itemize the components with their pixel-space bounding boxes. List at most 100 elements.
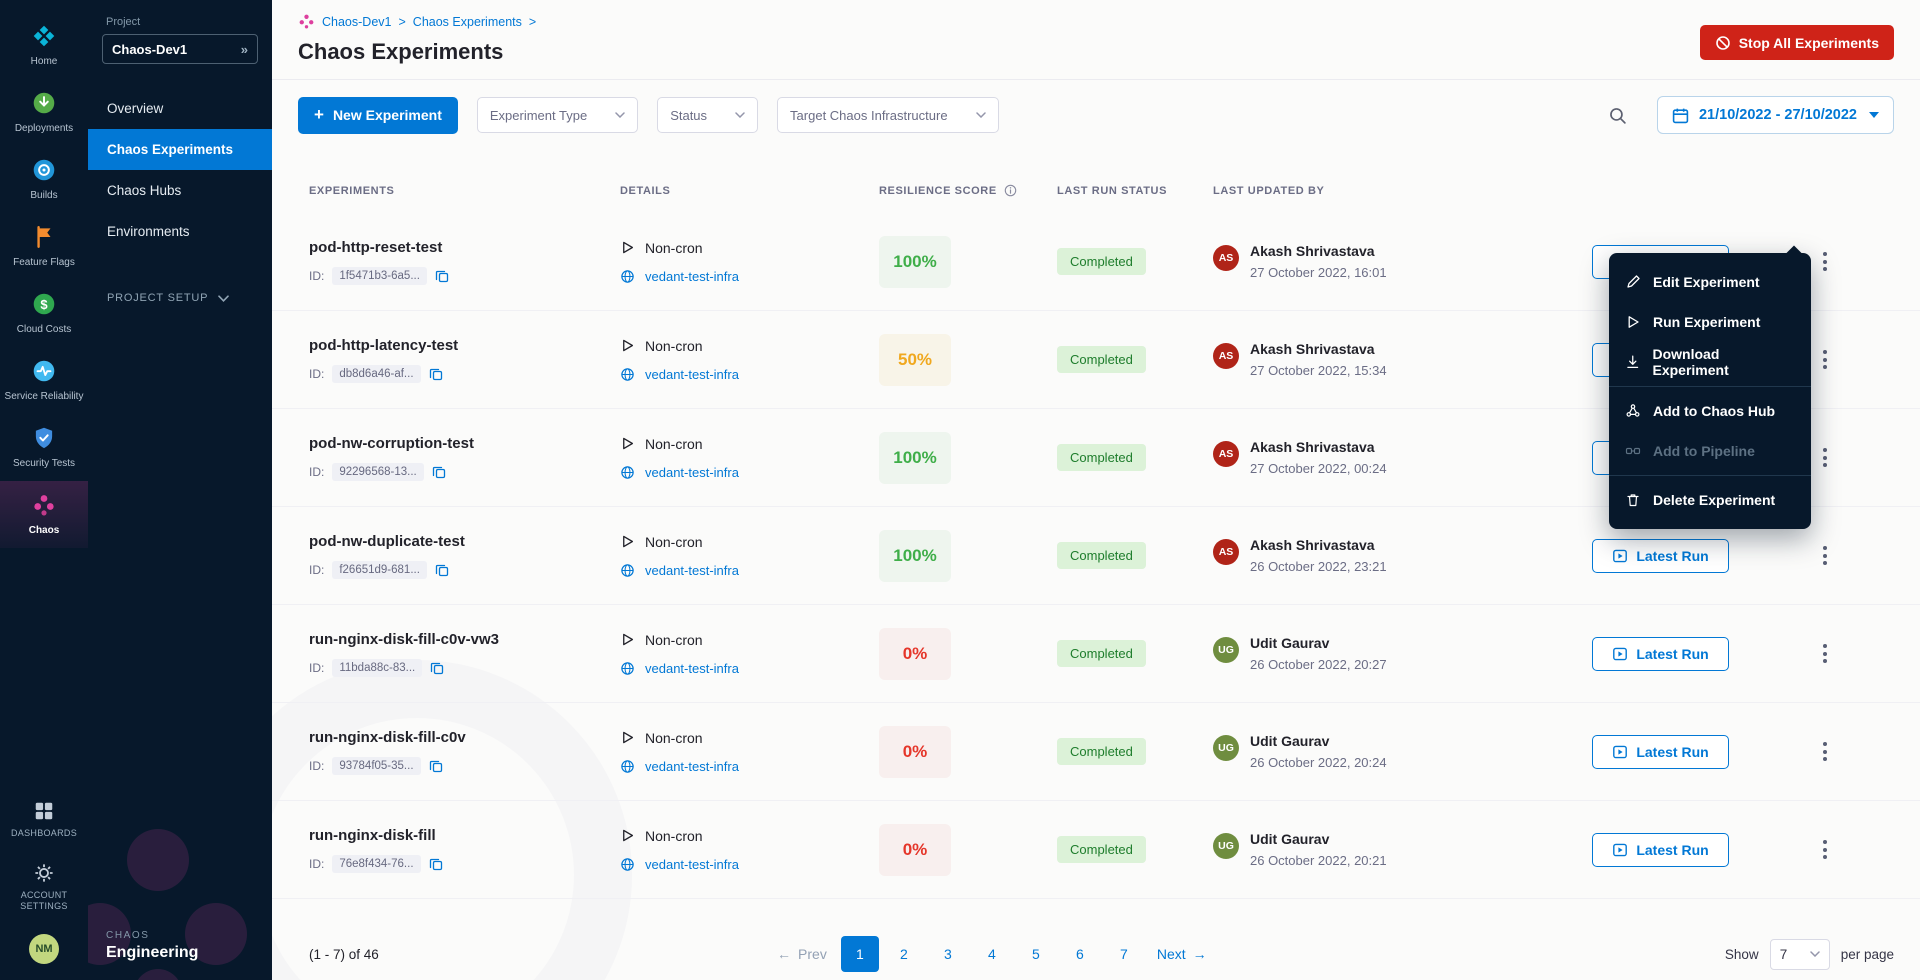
infrastructure-link[interactable]: vedant-test-infra	[645, 759, 739, 774]
experiment-name-link[interactable]: run-nginx-disk-fill-c0v	[309, 729, 620, 746]
sidebar-item-chaos[interactable]: Chaos	[0, 481, 88, 548]
copy-id-button[interactable]	[432, 465, 446, 479]
resilience-score: 0%	[879, 824, 951, 876]
latest-run-button[interactable]: Latest Run	[1592, 539, 1729, 573]
status-filter[interactable]: Status	[657, 97, 758, 133]
next-page-button[interactable]: Next →	[1149, 946, 1215, 962]
sidebar-item-home[interactable]: Home	[0, 12, 88, 79]
menu-item-add-to-chaos-hub[interactable]: Add to Chaos Hub	[1609, 391, 1811, 431]
page-button-6[interactable]: 6	[1061, 936, 1099, 972]
infrastructure-link[interactable]: vedant-test-infra	[645, 563, 739, 578]
row-menu-button[interactable]	[1815, 342, 1835, 377]
menu-item-edit-experiment[interactable]: Edit Experiment	[1609, 262, 1811, 302]
details-cell: Non-cron vedant-test-infra	[620, 632, 879, 676]
experiment-name-link[interactable]: pod-nw-duplicate-test	[309, 533, 620, 550]
user-avatar[interactable]: NM	[29, 934, 59, 964]
menu-item-add-to-pipeline[interactable]: Add to Pipeline	[1609, 431, 1811, 471]
sidebar-item-security-tests[interactable]: Security Tests	[0, 414, 88, 481]
sidebar-item-chaos-experiments[interactable]: Chaos Experiments	[88, 129, 272, 170]
experiment-cell: pod-http-latency-test ID: db8d6a46-af...	[309, 337, 620, 383]
experiment-name-link[interactable]: run-nginx-disk-fill-c0v-vw3	[309, 631, 620, 648]
security-tests-icon	[31, 425, 57, 451]
id-label: ID:	[309, 857, 324, 871]
page-button-7[interactable]: 7	[1105, 936, 1143, 972]
globe-icon	[620, 367, 635, 382]
chaos-icon	[31, 492, 57, 518]
search-button[interactable]	[1598, 95, 1638, 135]
sidebar-item-environments[interactable]: Environments	[88, 211, 272, 252]
infrastructure-row: vedant-test-infra	[620, 563, 879, 578]
page-button-3[interactable]: 3	[929, 936, 967, 972]
sidebar-item-label: Chaos	[29, 524, 60, 537]
copy-icon	[432, 465, 446, 479]
experiment-name-link[interactable]: run-nginx-disk-fill	[309, 827, 620, 844]
schedule-row: Non-cron	[620, 436, 879, 452]
target-infrastructure-filter[interactable]: Target Chaos Infrastructure	[777, 97, 999, 133]
info-icon[interactable]	[1004, 184, 1017, 197]
menu-item-label: Edit Experiment	[1653, 274, 1760, 290]
dashboards-icon	[33, 800, 55, 822]
sidebar-item-feature-flags[interactable]: Feature Flags	[0, 213, 88, 280]
copy-id-button[interactable]	[435, 563, 449, 577]
stop-all-experiments-button[interactable]: Stop All Experiments	[1700, 25, 1894, 60]
chaos-module-icon	[298, 13, 315, 30]
breadcrumb-link-project[interactable]: Chaos-Dev1	[322, 15, 391, 29]
menu-item-run-experiment[interactable]: Run Experiment	[1609, 302, 1811, 342]
page-button-2[interactable]: 2	[885, 936, 923, 972]
copy-id-button[interactable]	[429, 857, 443, 871]
experiment-type-filter[interactable]: Experiment Type	[477, 97, 638, 133]
row-menu-button[interactable]	[1815, 440, 1835, 475]
sidebar-item-overview[interactable]: Overview	[88, 88, 272, 129]
sidebar-item-dashboards[interactable]: DASHBOARDS	[0, 789, 88, 851]
row-menu-button[interactable]	[1815, 636, 1835, 671]
sidebar-item-cloud-costs[interactable]: $ Cloud Costs	[0, 280, 88, 347]
sidebar-item-builds[interactable]: Builds	[0, 146, 88, 213]
infrastructure-link[interactable]: vedant-test-infra	[645, 367, 739, 382]
project-setup-toggle[interactable]: PROJECT SETUP	[88, 292, 248, 304]
copy-id-button[interactable]	[429, 759, 443, 773]
page-button-5[interactable]: 5	[1017, 936, 1055, 972]
experiment-id-row: ID: 92296568-13...	[309, 463, 620, 481]
row-menu-button[interactable]	[1815, 538, 1835, 573]
experiment-name-link[interactable]: pod-http-reset-test	[309, 239, 620, 256]
sidebar-item-deployments[interactable]: Deployments	[0, 79, 88, 146]
latest-run-button[interactable]: Latest Run	[1592, 735, 1729, 769]
experiment-name-link[interactable]: pod-http-latency-test	[309, 337, 620, 354]
page-button-4[interactable]: 4	[973, 936, 1011, 972]
expand-sidebar-icon[interactable]: »	[241, 42, 248, 57]
breadcrumb-link-page[interactable]: Chaos Experiments	[413, 15, 522, 29]
prev-page-button[interactable]: ← Prev	[769, 946, 835, 962]
new-experiment-button[interactable]: + New Experiment	[298, 97, 458, 134]
per-page-select[interactable]: 7	[1770, 939, 1830, 970]
globe-icon	[620, 465, 635, 480]
date-range-picker[interactable]: 21/10/2022 - 27/10/2022	[1657, 96, 1894, 134]
sidebar-item-account-settings[interactable]: ACCOUNT SETTINGS	[0, 851, 88, 924]
latest-run-button[interactable]: Latest Run	[1592, 637, 1729, 671]
menu-item-delete-experiment[interactable]: Delete Experiment	[1609, 480, 1811, 520]
infrastructure-link[interactable]: vedant-test-infra	[645, 465, 739, 480]
infrastructure-link[interactable]: vedant-test-infra	[645, 269, 739, 284]
project-setup-label: PROJECT SETUP	[107, 292, 208, 304]
copy-id-button[interactable]	[435, 269, 449, 283]
page-button-1[interactable]: 1	[841, 936, 879, 972]
date-range-label: 21/10/2022 - 27/10/2022	[1699, 107, 1857, 123]
experiment-name-link[interactable]: pod-nw-corruption-test	[309, 435, 620, 452]
table-row: run-nginx-disk-fill ID: 76e8f434-76... N…	[272, 801, 1920, 899]
sidebar-item-chaos-hubs[interactable]: Chaos Hubs	[88, 170, 272, 211]
cron-play-icon	[620, 730, 635, 745]
latest-run-button[interactable]: Latest Run	[1592, 833, 1729, 867]
project-selector[interactable]: Chaos-Dev1 »	[102, 34, 258, 64]
infrastructure-link[interactable]: vedant-test-infra	[645, 857, 739, 872]
updated-by-name: Udit Gaurav	[1250, 733, 1387, 749]
menu-cell	[1729, 832, 1920, 867]
copy-id-button[interactable]	[429, 367, 443, 381]
id-label: ID:	[309, 269, 324, 283]
row-menu-button[interactable]	[1815, 832, 1835, 867]
menu-item-download-experiment[interactable]: Download Experiment	[1609, 342, 1811, 382]
row-menu-button[interactable]	[1815, 734, 1835, 769]
infrastructure-link[interactable]: vedant-test-infra	[645, 661, 739, 676]
sidebar-item-service-reliability[interactable]: Service Reliability	[0, 347, 88, 414]
copy-id-button[interactable]	[430, 661, 444, 675]
sidebar-item-label: Security Tests	[13, 457, 75, 470]
row-menu-button[interactable]	[1815, 244, 1835, 279]
